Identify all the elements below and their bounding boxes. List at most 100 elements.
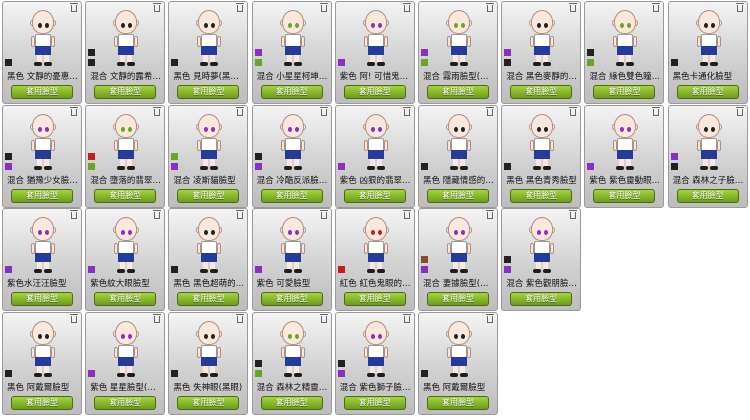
apply-face-button[interactable]: 套用臉型 bbox=[343, 292, 406, 306]
apply-face-button[interactable]: 套用臉型 bbox=[11, 292, 73, 306]
face-card[interactable]: 紫色 阿! 可惜鬼… 套用臉型 bbox=[334, 1, 415, 104]
color-swatch bbox=[504, 49, 512, 56]
trash-icon[interactable] bbox=[402, 3, 411, 12]
trash-icon[interactable] bbox=[153, 210, 162, 219]
color-swatch bbox=[88, 369, 96, 377]
face-card[interactable]: 紫色 凶狠的翡翠… 套用臉型 bbox=[334, 104, 415, 208]
face-card[interactable]: 混合 墮落的翡翠… 套用臉型 bbox=[85, 104, 166, 208]
face-card[interactable]: 混合 黑色麥靜的… 套用臉型 bbox=[501, 1, 582, 104]
trash-icon[interactable] bbox=[319, 3, 328, 12]
face-card[interactable]: 混合 森林之精靈… 套用臉型 bbox=[251, 311, 332, 415]
apply-face-button[interactable]: 套用臉型 bbox=[343, 188, 406, 203]
color-swatch bbox=[254, 369, 262, 377]
face-card[interactable]: 紫色水汪汪臉型 套用臉型 bbox=[2, 208, 82, 311]
apply-face-button[interactable]: 套用臉型 bbox=[427, 292, 489, 306]
apply-face-button[interactable]: 套用臉型 bbox=[427, 395, 489, 410]
apply-face-button[interactable]: 套用臉型 bbox=[260, 85, 323, 99]
color-swatch bbox=[421, 266, 428, 273]
trash-icon[interactable] bbox=[153, 313, 162, 323]
trash-icon[interactable] bbox=[236, 106, 245, 116]
apply-face-button[interactable]: 套用臉型 bbox=[177, 188, 240, 203]
trash-icon[interactable] bbox=[402, 210, 411, 219]
apply-face-button[interactable]: 套用臉型 bbox=[260, 395, 323, 410]
face-card[interactable]: 黑色卡通化臉型 套用臉型 bbox=[667, 1, 748, 104]
face-card[interactable]: 紫色 可愛臉型 套用臉型 bbox=[251, 208, 332, 311]
trash-icon[interactable] bbox=[569, 3, 578, 12]
trash-icon[interactable] bbox=[70, 210, 78, 219]
face-card[interactable]: 黑色 阿戴爾臉型 套用臉型 bbox=[2, 311, 82, 415]
face-card[interactable]: 黑色 見時夢(黑… 套用臉型 bbox=[168, 1, 249, 104]
apply-face-button[interactable]: 套用臉型 bbox=[343, 395, 406, 410]
trash-icon[interactable] bbox=[70, 3, 78, 12]
trash-icon[interactable] bbox=[236, 210, 245, 219]
face-card[interactable]: 紅色 紅色鬼眼的… 套用臉型 bbox=[334, 208, 415, 311]
apply-face-button[interactable]: 套用臉型 bbox=[11, 85, 73, 99]
trash-icon[interactable] bbox=[652, 3, 661, 12]
trash-icon[interactable] bbox=[236, 3, 245, 12]
trash-icon[interactable] bbox=[153, 106, 162, 116]
face-card[interactable]: 紫色 星星臉型(… 套用臉型 bbox=[85, 311, 166, 415]
face-card[interactable]: 混合 凌斯貓臉型 套用臉型 bbox=[168, 104, 249, 208]
apply-face-button[interactable]: 套用臉型 bbox=[94, 395, 157, 410]
apply-face-button[interactable]: 套用臉型 bbox=[343, 85, 406, 99]
eye-color-swatches bbox=[88, 46, 97, 66]
trash-icon[interactable] bbox=[486, 210, 494, 219]
trash-icon[interactable] bbox=[236, 313, 245, 323]
face-card[interactable]: 黑色 隱藏情感的… 套用臉型 bbox=[418, 104, 498, 208]
apply-face-button[interactable]: 套用臉型 bbox=[11, 188, 73, 203]
face-card[interactable]: 混合 猶豫少女臉… 套用臉型 bbox=[2, 104, 82, 208]
apply-face-button[interactable]: 套用臉型 bbox=[676, 188, 739, 203]
apply-face-button[interactable]: 套用臉型 bbox=[177, 395, 240, 410]
face-card[interactable]: 混合 紫色獅子臉… 套用臉型 bbox=[334, 311, 415, 415]
trash-icon[interactable] bbox=[70, 106, 78, 116]
apply-face-button[interactable]: 套用臉型 bbox=[427, 188, 489, 203]
apply-face-button[interactable]: 套用臉型 bbox=[510, 85, 573, 99]
trash-icon[interactable] bbox=[735, 106, 744, 116]
trash-icon[interactable] bbox=[70, 313, 78, 323]
apply-face-button[interactable]: 套用臉型 bbox=[427, 85, 489, 99]
avatar-preview bbox=[111, 320, 141, 379]
trash-icon[interactable] bbox=[319, 106, 328, 116]
trash-icon[interactable] bbox=[569, 210, 578, 219]
apply-face-button[interactable]: 套用臉型 bbox=[94, 85, 157, 99]
trash-icon[interactable] bbox=[319, 313, 328, 323]
apply-face-button[interactable]: 套用臉型 bbox=[94, 292, 157, 306]
face-card[interactable]: 混合 文靜的露希… 套用臉型 bbox=[85, 1, 166, 104]
face-card[interactable]: 黑色 黑色超萌的… 套用臉型 bbox=[168, 208, 249, 311]
face-card[interactable]: 黑色 阿戴爾臉型 套用臉型 bbox=[418, 311, 498, 415]
face-card[interactable]: 黑色 黑色青秀臉型 套用臉型 bbox=[501, 104, 582, 208]
apply-face-button[interactable]: 套用臉型 bbox=[676, 85, 739, 99]
apply-face-button[interactable]: 套用臉型 bbox=[510, 188, 573, 203]
face-card[interactable]: 紫色 紫色靈動眼… 套用臉型 bbox=[584, 104, 665, 208]
face-card[interactable]: 黑色 失神眼(黑眼) 套用臉型 bbox=[168, 311, 249, 415]
apply-face-button[interactable]: 套用臉型 bbox=[260, 292, 323, 306]
trash-icon[interactable] bbox=[319, 210, 328, 219]
face-card[interactable]: 混合 綠色雙色瞳… 套用臉型 bbox=[584, 1, 665, 104]
trash-icon[interactable] bbox=[153, 3, 162, 12]
face-card[interactable]: 黑色 文靜的憂惠… 套用臉型 bbox=[2, 1, 82, 104]
face-card[interactable]: 混合 冷酷反派臉… 套用臉型 bbox=[251, 104, 332, 208]
trash-icon[interactable] bbox=[735, 3, 744, 12]
apply-face-button[interactable]: 套用臉型 bbox=[510, 292, 573, 306]
apply-face-button[interactable]: 套用臉型 bbox=[177, 292, 240, 306]
face-card[interactable]: 混合 森林之子臉… 套用臉型 bbox=[667, 104, 748, 208]
face-card[interactable]: 混合 紫色觀朋臉… 套用臉型 bbox=[501, 208, 582, 311]
trash-icon[interactable] bbox=[402, 313, 411, 323]
apply-face-button[interactable]: 套用臉型 bbox=[94, 188, 157, 203]
apply-face-button[interactable]: 套用臉型 bbox=[593, 188, 656, 203]
apply-face-button[interactable]: 套用臉型 bbox=[593, 85, 656, 99]
face-card[interactable]: 混合 霧雨臉型(… 套用臉型 bbox=[418, 1, 498, 104]
apply-face-button[interactable]: 套用臉型 bbox=[177, 85, 240, 99]
trash-icon[interactable] bbox=[486, 106, 494, 116]
trash-icon[interactable] bbox=[652, 106, 661, 116]
face-card[interactable]: 混合 妻據臉型(… 套用臉型 bbox=[418, 208, 498, 311]
trash-icon[interactable] bbox=[486, 313, 494, 323]
apply-face-button[interactable]: 套用臉型 bbox=[260, 188, 323, 203]
trash-icon[interactable] bbox=[486, 3, 494, 12]
face-card[interactable]: 紫色紋大眼臉型 套用臉型 bbox=[85, 208, 166, 311]
face-card[interactable]: 混合 小星星柯坤… 套用臉型 bbox=[251, 1, 332, 104]
trash-icon[interactable] bbox=[569, 106, 578, 116]
eye-color-swatches bbox=[171, 150, 180, 170]
apply-face-button[interactable]: 套用臉型 bbox=[11, 395, 73, 410]
trash-icon[interactable] bbox=[402, 106, 411, 116]
